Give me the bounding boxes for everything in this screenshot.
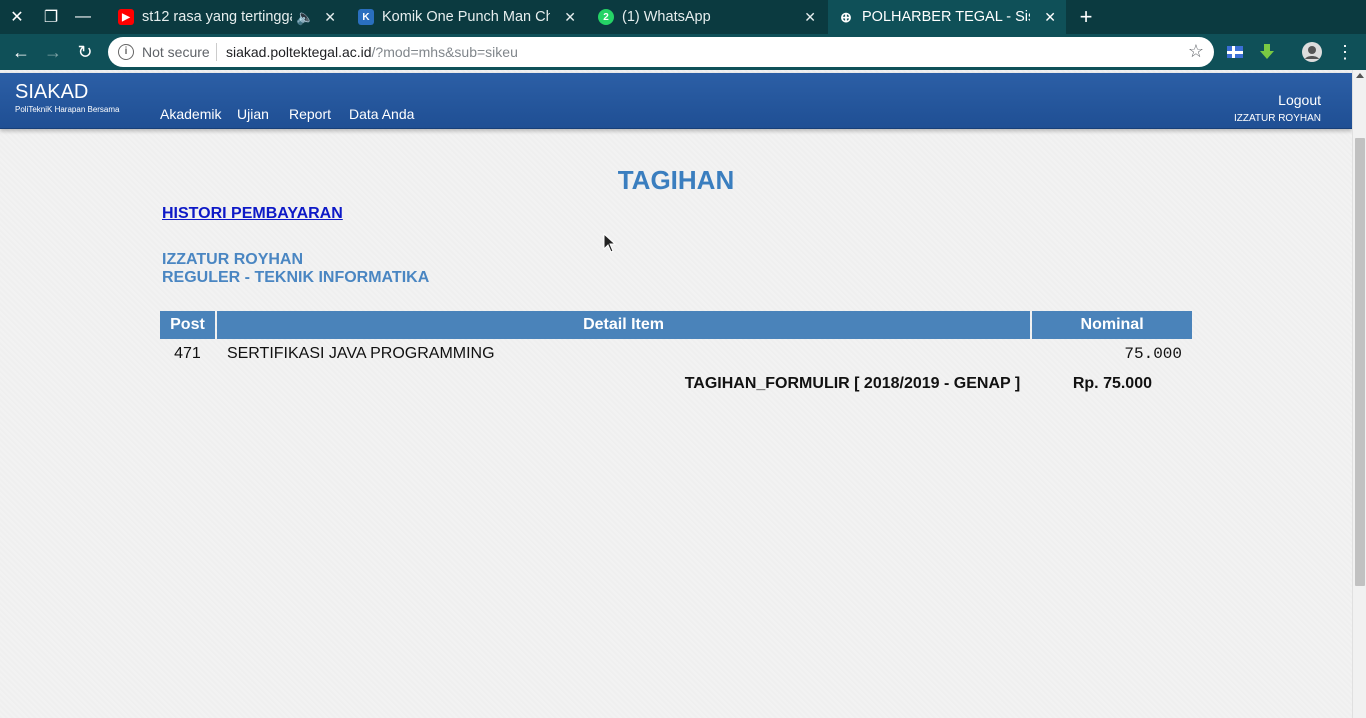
tab-title: Komik One Punch Man Chapter [382,9,550,25]
close-tab-icon[interactable]: ✕ [1044,9,1056,26]
close-tab-icon[interactable]: ✕ [564,9,576,26]
restore-window-icon[interactable]: ❐ [34,0,68,34]
header-nominal: Nominal [1032,311,1192,339]
history-payment-link[interactable]: HISTORI PEMBAYARAN [162,205,343,223]
logout-link[interactable]: Logout [1278,92,1321,108]
cell-nominal: 75.000 [1124,345,1182,363]
url-path: /?mod=mhs&sub=sikeu [371,44,518,60]
extension-flag-icon[interactable] [1226,43,1244,61]
cell-post: 471 [174,345,201,362]
mouse-cursor-icon [603,233,617,253]
brand-subtitle: PoliTekniK Harapan Bersama [15,105,120,114]
speaker-icon: 🔈 [295,9,314,26]
new-tab-icon[interactable]: + [1074,4,1098,29]
student-program: REGULER - TEKNIK INFORMATIKA [162,269,430,286]
youtube-icon: ▶ [118,9,134,25]
bill-table: Post Detail Item Nominal 471 SERTIFIKASI… [158,311,1194,399]
tab-title: (1) WhatsApp [622,9,711,25]
page-viewport: SIAKAD PoliTekniK Harapan Bersama Akadem… [0,70,1352,718]
url-text[interactable]: siakad.poltektegal.ac.id/?mod=mhs&sub=si… [226,44,518,60]
minimize-window-icon[interactable]: — [66,0,100,34]
tab-youtube[interactable]: ▶ st12 rasa yang tertinggal 🔈 ✕ [108,0,346,34]
url-host: siakad.poltektegal.ac.id [226,44,372,60]
tab-polharber[interactable]: ⊕ POLHARBER TEGAL - Sistem ✕ [828,0,1066,34]
menu-data-anda[interactable]: Data Anda [349,106,414,122]
student-name: IZZATUR ROYHAN [162,251,304,268]
whatsapp-icon: 2 [598,9,614,25]
address-bar[interactable]: i Not secure siakad.poltektegal.ac.id/?m… [108,37,1214,67]
tab-title: POLHARBER TEGAL - Sistem [862,9,1030,25]
site-navbar: SIAKAD PoliTekniK Harapan Bersama Akadem… [0,73,1352,129]
page-title: TAGIHAN [617,165,735,195]
header-post: Post [160,311,215,339]
tab-komik[interactable]: K Komik One Punch Man Chapter ✕ [348,0,586,34]
divider [216,43,217,61]
profile-avatar-icon[interactable] [1302,42,1322,62]
total-row: TAGIHAN_FORMULIR [ 2018/2019 - GENAP ] R… [160,369,1192,399]
menu-akademik[interactable]: Akademik [160,106,221,122]
reload-icon[interactable]: ↻ [72,39,98,65]
komik-favicon-icon: K [358,9,374,25]
browser-toolbar: ← → ↻ i Not secure siakad.poltektegal.ac… [0,34,1366,70]
brand-title[interactable]: SIAKAD [15,81,88,104]
user-name: IZZATUR ROYHAN [1233,113,1321,124]
tab-whatsapp[interactable]: 2 (1) WhatsApp ✕ [588,0,826,34]
info-icon[interactable]: i [118,44,134,60]
download-extension-icon[interactable] [1258,43,1276,61]
menu-report[interactable]: Report [289,106,331,122]
empty-cell [160,369,215,399]
scroll-thumb[interactable] [1355,138,1365,586]
close-tab-icon[interactable]: ✕ [324,9,336,26]
close-window-icon[interactable]: ✕ [0,0,34,34]
tab-title: st12 rasa yang tertinggal [142,9,292,25]
header-detail-item: Detail Item [216,311,1031,339]
globe-icon: ⊕ [840,8,852,25]
menu-kebab-icon[interactable]: ⋮ [1332,39,1358,65]
security-label: Not secure [142,44,210,60]
bookmark-star-icon[interactable]: ☆ [1188,41,1204,62]
browser-tab-bar: ✕ ❐ — ▶ st12 rasa yang tertinggal 🔈 ✕ K … [0,0,1366,34]
table-header-row: Post Detail Item Nominal [160,311,1192,339]
table-row: 471 SERTIFIKASI JAVA PROGRAMMING 75.000 [160,339,1192,369]
forward-arrow-icon[interactable]: → [40,39,66,65]
close-tab-icon[interactable]: ✕ [804,9,816,26]
page-scrollbar[interactable] [1352,70,1366,718]
back-arrow-icon[interactable]: ← [8,39,34,65]
total-label: TAGIHAN_FORMULIR [ 2018/2019 - GENAP ] [684,375,1021,392]
cell-detail: SERTIFIKASI JAVA PROGRAMMING [226,345,495,362]
total-value: Rp. 75.000 [1072,375,1152,392]
scroll-up-arrow-icon[interactable] [1356,73,1364,78]
menu-ujian[interactable]: Ujian [237,106,269,122]
